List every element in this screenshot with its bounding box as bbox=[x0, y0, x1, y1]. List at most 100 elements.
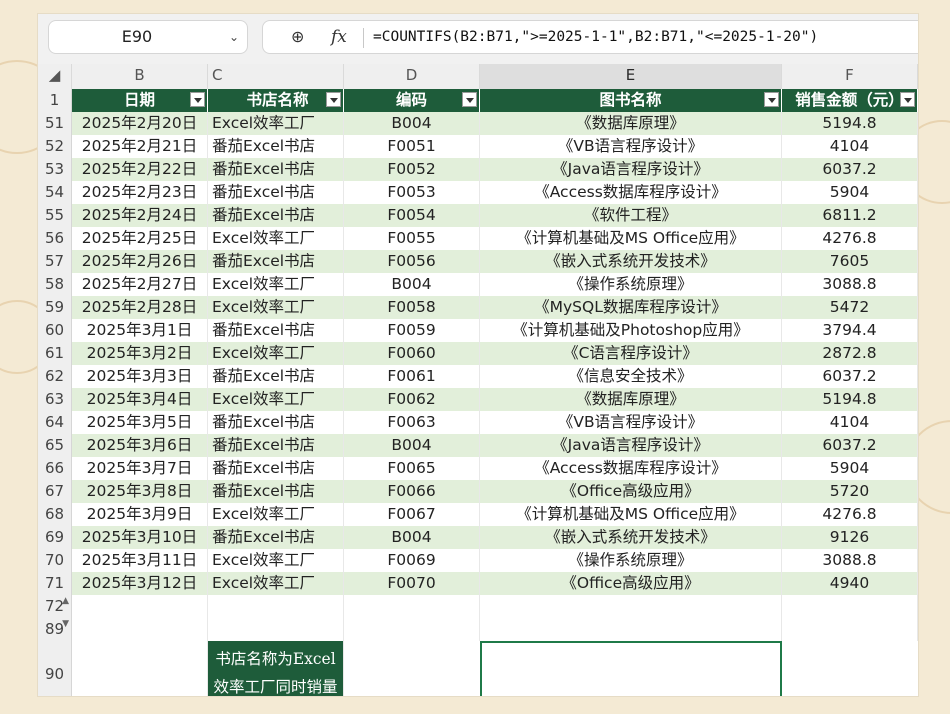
row-header[interactable]: 69 bbox=[38, 526, 72, 549]
table-cell[interactable]: 番茄Excel书店 bbox=[208, 319, 344, 342]
table-cell[interactable]: 《MySQL数据库程序设计》 bbox=[480, 296, 782, 319]
table-cell[interactable]: 2025年3月4日 bbox=[72, 388, 208, 411]
row-header[interactable]: 70 bbox=[38, 549, 72, 572]
row-header[interactable]: 59 bbox=[38, 296, 72, 319]
table-cell[interactable]: F0070 bbox=[344, 572, 480, 595]
table-cell[interactable]: 番茄Excel书店 bbox=[208, 457, 344, 480]
formula-input[interactable]: ⊕ fx =COUNTIFS(B2:B71,">=2025-1-1",B2:B7… bbox=[262, 20, 918, 54]
table-cell[interactable]: B004 bbox=[344, 526, 480, 549]
table-cell[interactable]: 5904 bbox=[782, 181, 918, 204]
empty-cell[interactable] bbox=[344, 618, 480, 641]
row-header[interactable]: 60 bbox=[38, 319, 72, 342]
table-cell[interactable]: 2025年3月10日 bbox=[72, 526, 208, 549]
row-header[interactable]: 55 bbox=[38, 204, 72, 227]
table-cell[interactable]: Excel效率工厂 bbox=[208, 503, 344, 526]
table-cell[interactable]: Excel效率工厂 bbox=[208, 342, 344, 365]
table-cell[interactable]: 2872.8 bbox=[782, 342, 918, 365]
row-header[interactable]: 62 bbox=[38, 365, 72, 388]
table-cell[interactable]: 2025年2月24日 bbox=[72, 204, 208, 227]
row-header[interactable]: 57 bbox=[38, 250, 72, 273]
empty-cell[interactable] bbox=[72, 618, 208, 641]
table-cell[interactable]: 《Office高级应用》 bbox=[480, 572, 782, 595]
filter-dropdown-icon[interactable] bbox=[900, 92, 915, 107]
table-cell[interactable]: Excel效率工厂 bbox=[208, 572, 344, 595]
table-cell[interactable]: 《操作系统原理》 bbox=[480, 273, 782, 296]
table-cell[interactable]: 《嵌入式系统开发技术》 bbox=[480, 250, 782, 273]
table-cell[interactable]: 番茄Excel书店 bbox=[208, 204, 344, 227]
table-cell[interactable]: 《Access数据库程序设计》 bbox=[480, 181, 782, 204]
table-cell[interactable]: F0051 bbox=[344, 135, 480, 158]
table-cell[interactable]: Excel效率工厂 bbox=[208, 273, 344, 296]
table-cell[interactable]: 2025年3月1日 bbox=[72, 319, 208, 342]
row-header[interactable]: 53 bbox=[38, 158, 72, 181]
table-cell[interactable]: 9126 bbox=[782, 526, 918, 549]
result-cell-e90[interactable] bbox=[480, 641, 782, 696]
table-cell[interactable]: 2025年3月9日 bbox=[72, 503, 208, 526]
collapse-up-icon[interactable]: ▲ bbox=[62, 596, 69, 606]
table-cell[interactable]: 2025年2月28日 bbox=[72, 296, 208, 319]
chevron-down-icon[interactable]: ⌄ bbox=[229, 21, 239, 53]
row-header[interactable]: 63 bbox=[38, 388, 72, 411]
table-cell[interactable]: 2025年3月3日 bbox=[72, 365, 208, 388]
table-cell[interactable]: 3088.8 bbox=[782, 549, 918, 572]
table-cell[interactable]: 4104 bbox=[782, 135, 918, 158]
table-cell[interactable]: F0061 bbox=[344, 365, 480, 388]
row-header[interactable]: 51 bbox=[38, 112, 72, 135]
table-cell[interactable]: 5194.8 bbox=[782, 112, 918, 135]
column-header-b[interactable]: B bbox=[72, 64, 208, 89]
table-cell[interactable]: 5472 bbox=[782, 296, 918, 319]
table-cell[interactable]: F0062 bbox=[344, 388, 480, 411]
row-header[interactable]: 71 bbox=[38, 572, 72, 595]
table-cell[interactable]: 《数据库原理》 bbox=[480, 388, 782, 411]
row-header[interactable]: 52 bbox=[38, 135, 72, 158]
table-cell[interactable]: F0058 bbox=[344, 296, 480, 319]
row-header[interactable]: 64 bbox=[38, 411, 72, 434]
column-header-d[interactable]: D bbox=[344, 64, 480, 89]
table-cell[interactable]: Excel效率工厂 bbox=[208, 112, 344, 135]
formula-text[interactable]: =COUNTIFS(B2:B71,">=2025-1-1",B2:B71,"<=… bbox=[373, 21, 818, 53]
row-header[interactable]: 54 bbox=[38, 181, 72, 204]
table-cell[interactable]: 2025年3月6日 bbox=[72, 434, 208, 457]
table-cell[interactable]: 番茄Excel书店 bbox=[208, 250, 344, 273]
empty-cell[interactable] bbox=[344, 595, 480, 618]
table-cell[interactable]: 7605 bbox=[782, 250, 918, 273]
table-cell[interactable]: 番茄Excel书店 bbox=[208, 434, 344, 457]
table-cell[interactable]: F0065 bbox=[344, 457, 480, 480]
criteria-note-cell[interactable]: 书店名称为Excel效率工厂同时销量大于70的记录数 bbox=[208, 641, 344, 696]
table-cell[interactable]: F0056 bbox=[344, 250, 480, 273]
row-header[interactable]: 1 bbox=[38, 89, 72, 112]
table-cell[interactable]: 《Java语言程序设计》 bbox=[480, 158, 782, 181]
table-cell[interactable]: 《Office高级应用》 bbox=[480, 480, 782, 503]
table-cell[interactable]: 《计算机基础及MS Office应用》 bbox=[480, 227, 782, 250]
select-all-button[interactable]: ◢ bbox=[38, 64, 72, 89]
row-header[interactable]: 61 bbox=[38, 342, 72, 365]
table-cell[interactable]: 《Java语言程序设计》 bbox=[480, 434, 782, 457]
table-cell[interactable]: F0054 bbox=[344, 204, 480, 227]
table-cell[interactable]: 2025年3月12日 bbox=[72, 572, 208, 595]
table-cell[interactable]: 3794.4 bbox=[782, 319, 918, 342]
table-cell[interactable]: 《嵌入式系统开发技术》 bbox=[480, 526, 782, 549]
table-cell[interactable]: Excel效率工厂 bbox=[208, 549, 344, 572]
table-cell[interactable]: F0052 bbox=[344, 158, 480, 181]
table-cell[interactable]: 《Access数据库程序设计》 bbox=[480, 457, 782, 480]
table-cell[interactable]: F0055 bbox=[344, 227, 480, 250]
expand-down-icon[interactable]: ▼ bbox=[62, 619, 69, 629]
table-cell[interactable]: 《操作系统原理》 bbox=[480, 549, 782, 572]
filter-dropdown-icon[interactable] bbox=[190, 92, 205, 107]
table-cell[interactable]: 番茄Excel书店 bbox=[208, 158, 344, 181]
table-cell[interactable]: 2025年3月2日 bbox=[72, 342, 208, 365]
table-cell[interactable]: 4940 bbox=[782, 572, 918, 595]
table-cell[interactable]: 番茄Excel书店 bbox=[208, 365, 344, 388]
empty-cell[interactable] bbox=[782, 595, 918, 618]
row-header[interactable]: 89 ▼ bbox=[38, 618, 72, 641]
table-cell[interactable]: F0066 bbox=[344, 480, 480, 503]
insert-function-button[interactable]: fx bbox=[331, 21, 347, 53]
table-cell[interactable]: 《信息安全技术》 bbox=[480, 365, 782, 388]
row-header[interactable]: 66 bbox=[38, 457, 72, 480]
table-cell[interactable]: B004 bbox=[344, 434, 480, 457]
table-cell[interactable]: 6811.2 bbox=[782, 204, 918, 227]
table-cell[interactable]: 2025年2月27日 bbox=[72, 273, 208, 296]
table-cell[interactable]: 《计算机基础及Photoshop应用》 bbox=[480, 319, 782, 342]
name-box[interactable]: E90 ⌄ bbox=[48, 20, 248, 54]
table-cell[interactable]: B004 bbox=[344, 273, 480, 296]
